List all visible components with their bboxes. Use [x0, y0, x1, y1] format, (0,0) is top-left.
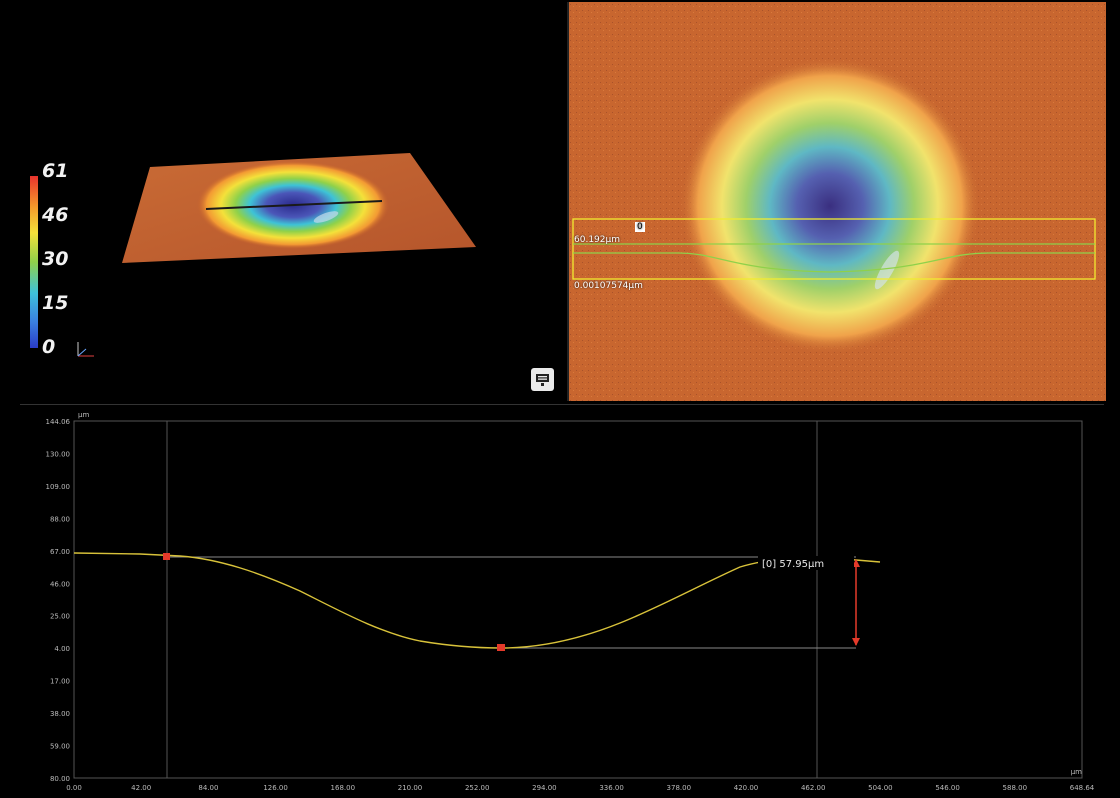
pit-contour-map	[680, 58, 980, 354]
x-tick-label: 168.00	[331, 784, 356, 792]
top-view-panel[interactable]: 0 60.192µm 0.00107574µm	[567, 2, 1106, 401]
depth-measurement-label: [0] 57.95µm	[762, 559, 824, 570]
x-tick-label: 0.00	[66, 784, 82, 792]
y-tick-label: 88.00	[50, 515, 70, 523]
y-tick-label: 144.06	[46, 418, 71, 426]
x-tick-label: 126.00	[263, 784, 288, 792]
scale-label-min: 0	[42, 336, 56, 358]
x-tick-label: 84.00	[198, 784, 218, 792]
scale-label-4: 15	[42, 292, 69, 314]
x-tick-label: 294.00	[532, 784, 557, 792]
x-tick-label: 462.00	[801, 784, 826, 792]
scale-label-2: 46	[42, 204, 69, 226]
axis-orientation-icon	[77, 342, 94, 357]
top-view-image[interactable]	[569, 2, 1106, 401]
arrow-head-down	[852, 638, 860, 646]
x-tick-label: 420.00	[734, 784, 759, 792]
plot-frame	[73, 420, 1083, 779]
roi-top-value: 60.192µm	[574, 235, 620, 245]
y-tick-label: 59.00	[50, 743, 70, 751]
y-tick-label: 67.00	[50, 548, 70, 556]
y-tick-label: 109.00	[46, 483, 71, 491]
y-tick-label: 25.00	[50, 613, 70, 621]
marker-label: 0	[635, 222, 645, 232]
y-axis-unit: µm	[78, 411, 89, 419]
3d-view-panel[interactable]: 61 46 30 15 0	[20, 0, 563, 401]
x-tick-label: 378.00	[667, 784, 692, 792]
x-tick-label: 336.00	[599, 784, 624, 792]
x-tick-label: 42.00	[131, 784, 151, 792]
y-tick-label: 46.00	[50, 580, 70, 588]
height-color-scale	[30, 176, 38, 348]
x-tick-label: 210.00	[398, 784, 423, 792]
roi-bottom-value: 0.00107574µm	[574, 281, 643, 291]
y-tick-label: 80.00	[50, 775, 70, 783]
monitor-icon	[536, 373, 549, 386]
profile-chart[interactable]: 144.06 130.00 109.00 88.00 67.00 46.00 25.00 4.…	[20, 405, 1104, 798]
x-tick-label: 648.64	[1070, 784, 1095, 792]
display-settings-button[interactable]	[531, 368, 554, 391]
x-tick-label: 546.00	[935, 784, 960, 792]
y-tick-label: 4.00	[54, 645, 70, 653]
profile-chart-panel[interactable]: 144.06 130.00 109.00 88.00 67.00 46.00 25.00 4.…	[20, 404, 1104, 798]
y-tick-label: 38.00	[50, 710, 70, 718]
minimum-marker	[497, 644, 505, 651]
x-tick-label: 504.00	[868, 784, 893, 792]
scale-label-3: 30	[42, 248, 69, 270]
y-tick-label: 17.00	[50, 678, 70, 686]
x-axis-unit: µm	[1071, 768, 1082, 776]
3d-surface-render[interactable]	[20, 0, 563, 401]
y-tick-label: 130.00	[46, 450, 71, 458]
x-tick-label: 588.00	[1003, 784, 1028, 792]
x-tick-label: 252.00	[465, 784, 490, 792]
scale-label-max: 61	[42, 160, 69, 182]
start-marker	[163, 553, 170, 560]
